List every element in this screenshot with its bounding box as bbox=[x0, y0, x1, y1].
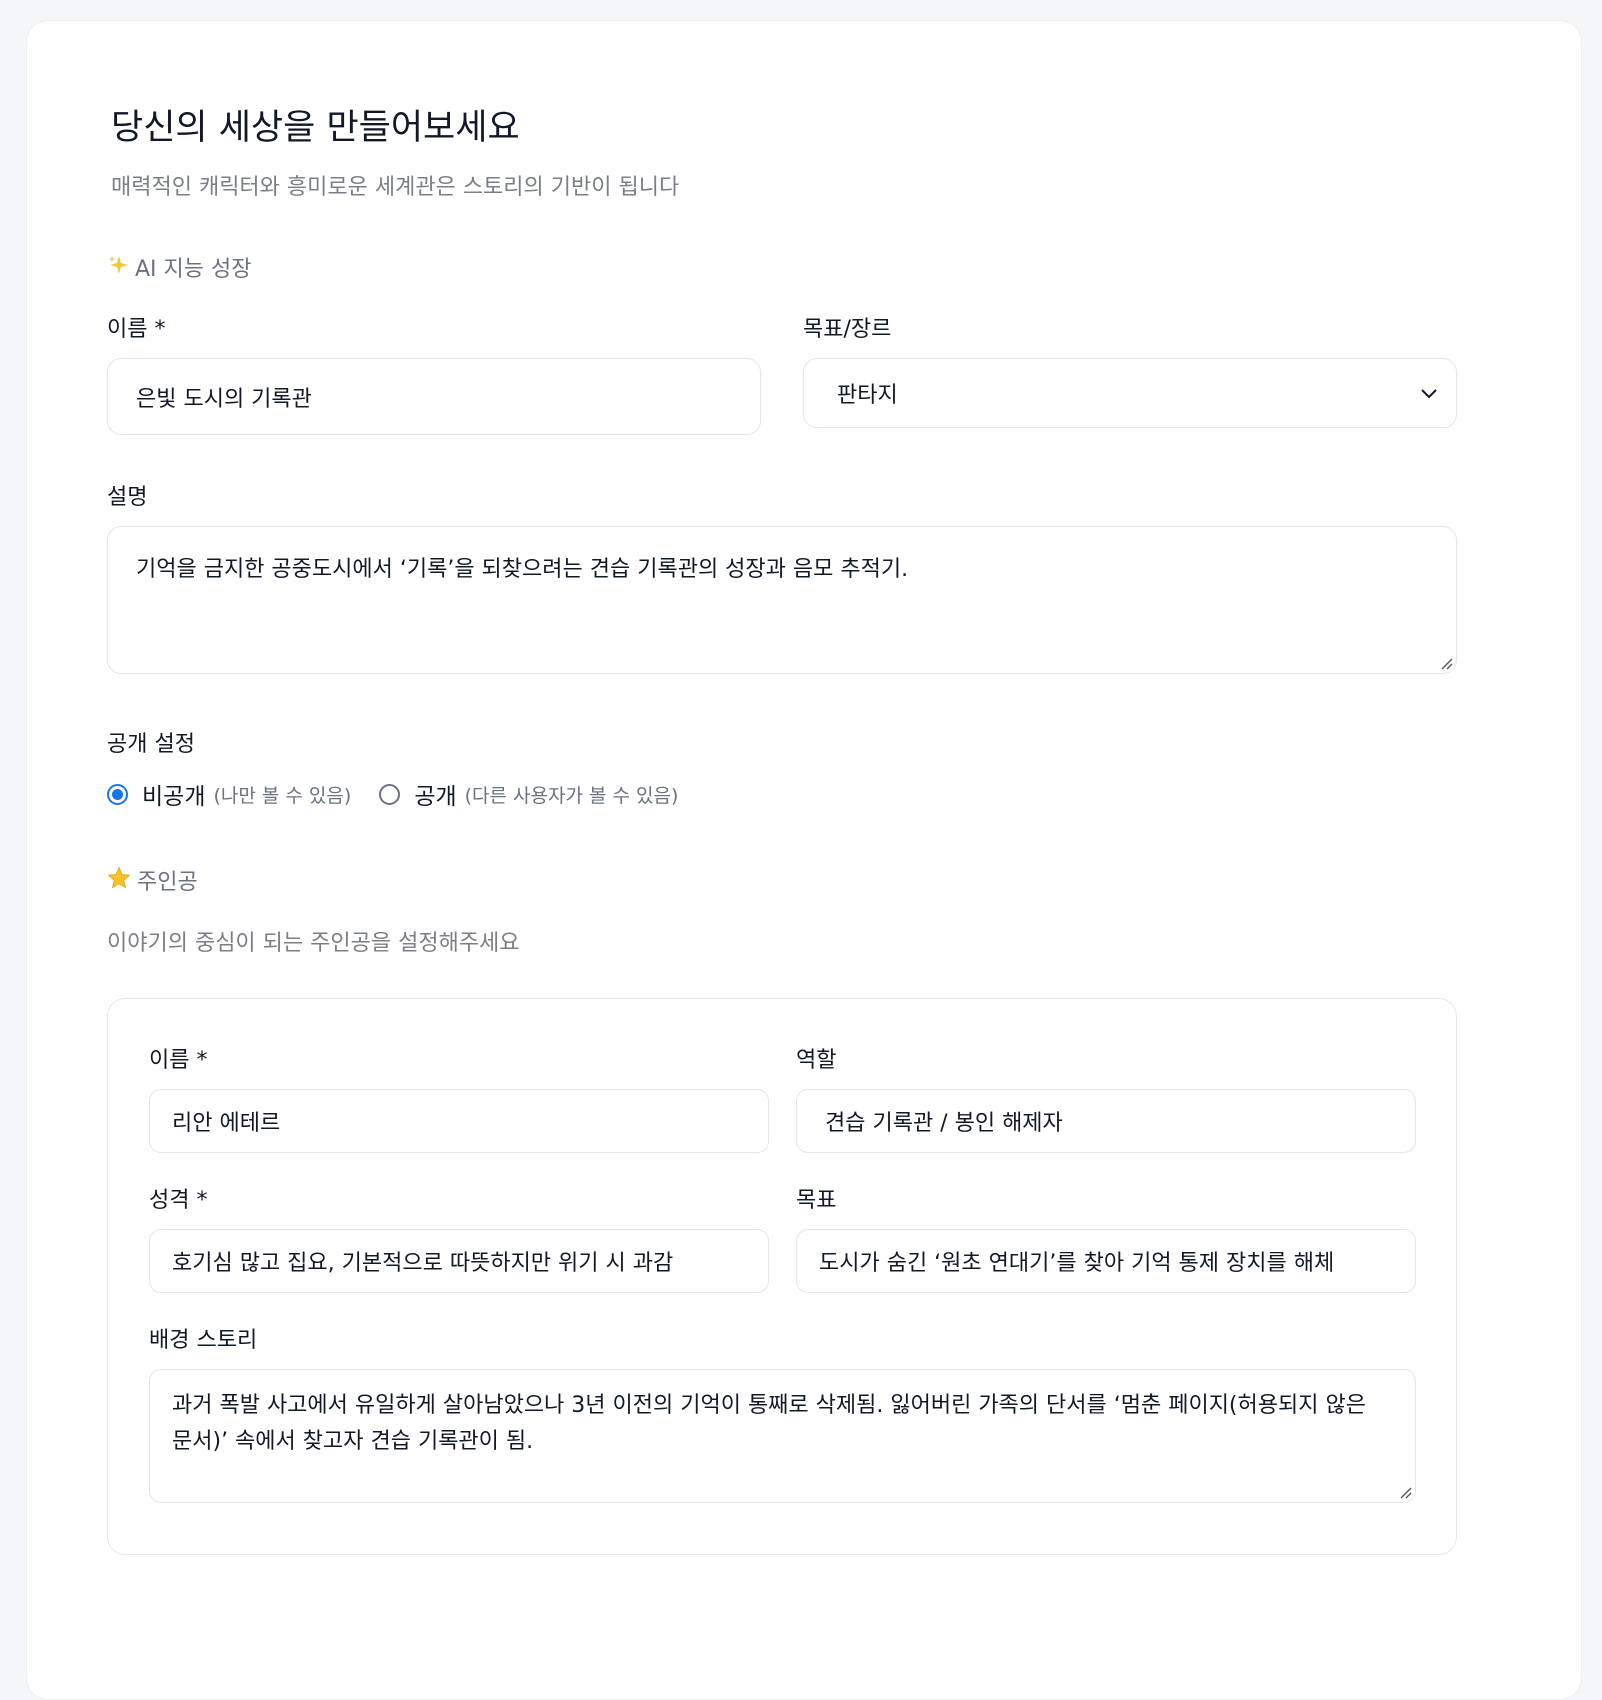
role-value: 견습 기록관 / 봉인 해제자 bbox=[825, 1111, 1063, 1136]
protagonist-name-label: 이름 * bbox=[149, 1048, 208, 1073]
role-label: 역할 bbox=[796, 1048, 837, 1073]
personality-value: 호기심 많고 집요, 기본적으로 따뜻하지만 위기 시 과감 bbox=[172, 1251, 674, 1276]
backstory-value: 과거 폭발 사고에서 유일하게 살아남았으나 3년 이전의 기억이 통째로 삭제… bbox=[172, 1393, 1366, 1454]
private-radio-hint: (나만 볼 수 있음) bbox=[213, 784, 352, 807]
page-subtitle: 매력적인 캐릭터와 흥미로운 세계관은 스토리의 기반이 됩니다 bbox=[111, 175, 680, 200]
protagonist-section-description: 이야기의 중심이 되는 주인공을 설정해주세요 bbox=[107, 931, 520, 956]
world-name-input[interactable]: 은빛 도시의 기록관 bbox=[107, 358, 761, 435]
private-radio[interactable] bbox=[107, 783, 128, 805]
page-title: 당신의 세상을 만들어보세요 bbox=[111, 108, 520, 148]
star-icon bbox=[107, 865, 131, 895]
resize-handle-icon[interactable] bbox=[1398, 1485, 1412, 1499]
visibility-option-public[interactable]: 공개 (다른 사용자가 볼 수 있음) bbox=[379, 777, 678, 811]
ai-section-header: AI 지능 성장 bbox=[107, 251, 252, 283]
genre-label: 목표/장르 bbox=[803, 317, 892, 342]
visibility-options: 비공개 (나만 볼 수 있음) 공개 (다른 사용자가 볼 수 있음) bbox=[107, 777, 678, 811]
world-name-value: 은빛 도시의 기록관 bbox=[136, 386, 312, 412]
ai-section-label: AI 지능 성장 bbox=[135, 257, 252, 282]
public-radio-label: 공개 bbox=[414, 784, 457, 810]
visibility-label: 공개 설정 bbox=[107, 732, 195, 757]
backstory-textarea[interactable]: 과거 폭발 사고에서 유일하게 살아남았으나 3년 이전의 기억이 통째로 삭제… bbox=[149, 1369, 1416, 1503]
personality-input[interactable]: 호기심 많고 집요, 기본적으로 따뜻하지만 위기 시 과감 bbox=[149, 1229, 769, 1293]
genre-value: 판타지 bbox=[837, 383, 898, 408]
genre-select[interactable]: 판타지 bbox=[803, 358, 1457, 428]
protagonist-name-input[interactable]: 리안 에테르 bbox=[149, 1089, 769, 1153]
goal-value: 도시가 숨긴 ‘원초 연대기’를 찾아 기억 통제 장치를 해체 bbox=[819, 1251, 1335, 1276]
public-radio[interactable] bbox=[379, 783, 401, 805]
world-form-card: 당신의 세상을 만들어보세요 매력적인 캐릭터와 흥미로운 세계관은 스토리의 … bbox=[26, 20, 1582, 1700]
protagonist-name-value: 리안 에테르 bbox=[172, 1111, 281, 1136]
description-value: 기억을 금지한 공중도시에서 ‘기록’을 되찾으려는 견습 기록관의 성장과 음… bbox=[136, 557, 909, 582]
protagonist-card: 이름 * 리안 에테르 역할 견습 기록관 / 봉인 해제자 성격 * 호기심 … bbox=[107, 998, 1457, 1555]
description-textarea[interactable]: 기억을 금지한 공중도시에서 ‘기록’을 되찾으려는 견습 기록관의 성장과 음… bbox=[107, 526, 1457, 674]
goal-input[interactable]: 도시가 숨긴 ‘원초 연대기’를 찾아 기억 통제 장치를 해체 bbox=[796, 1229, 1416, 1293]
sparkles-icon bbox=[107, 254, 129, 281]
world-name-label: 이름 * bbox=[107, 317, 166, 342]
protagonist-section-label: 주인공 bbox=[137, 870, 198, 895]
backstory-label: 배경 스토리 bbox=[149, 1328, 258, 1353]
goal-label: 목표 bbox=[796, 1188, 837, 1213]
protagonist-section-header: 주인공 bbox=[107, 864, 198, 896]
visibility-option-private[interactable]: 비공개 (나만 볼 수 있음) bbox=[107, 777, 351, 811]
personality-label: 성격 * bbox=[149, 1188, 208, 1213]
role-input[interactable]: 견습 기록관 / 봉인 해제자 bbox=[796, 1089, 1416, 1153]
private-radio-label: 비공개 bbox=[142, 784, 206, 810]
chevron-down-icon bbox=[1421, 389, 1437, 399]
public-radio-hint: (다른 사용자가 볼 수 있음) bbox=[464, 784, 679, 807]
description-label: 설명 bbox=[107, 485, 148, 510]
resize-handle-icon[interactable] bbox=[1439, 656, 1453, 670]
